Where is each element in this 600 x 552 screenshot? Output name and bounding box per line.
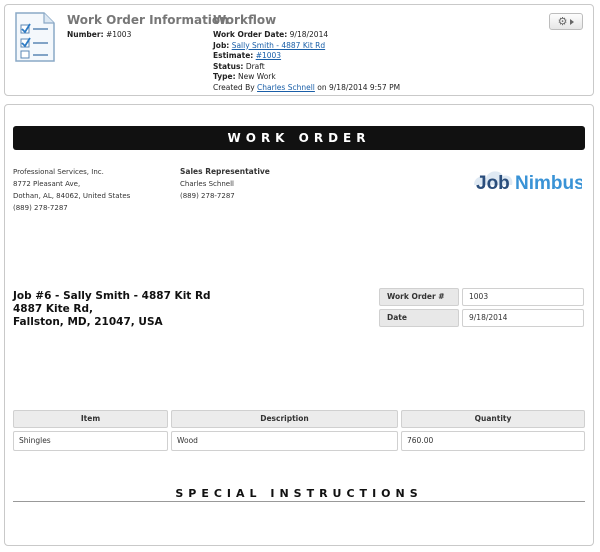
sales-rep-block: Sales Representative Charles Schnell (88… [180, 166, 270, 202]
caret-right-icon [570, 18, 575, 25]
job-street: 4887 Kite Rd, [13, 303, 94, 315]
work-order-number-value: 1003 [462, 288, 584, 306]
work-order-info-title: Work Order Information [67, 13, 229, 27]
table-row: Shingles Wood 760.00 [13, 431, 585, 451]
workflow-info: Workflow Work Order Date: 9/18/2014 Job:… [213, 13, 400, 93]
status-line: Status: Draft [213, 61, 265, 71]
sales-rep-heading: Sales Representative [180, 167, 270, 176]
work-order-banner: WORK ORDER [13, 126, 585, 150]
work-order-document: WORK ORDER Professional Services, Inc. 8… [4, 104, 594, 546]
date-value: 9/18/2014 [462, 309, 584, 327]
work-order-number: Number: #1003 [67, 30, 132, 39]
special-instructions-divider [13, 501, 585, 502]
cell-item: Shingles [13, 431, 168, 451]
workflow-title: Workflow [213, 13, 277, 27]
job-address-block: Job #6 - Sally Smith - 4887 Kit Rd 4887 … [13, 290, 211, 329]
company-address1: 8772 Pleasant Ave, [13, 180, 81, 188]
items-table: Item Description Quantity Shingles Wood … [13, 410, 585, 454]
cell-description: Wood [171, 431, 398, 451]
created-by-link[interactable]: Charles Schnell [257, 83, 315, 92]
job-line: Job: Sally Smith - 4887 Kit Rd [213, 40, 326, 50]
job-city: Fallston, MD, 21047, USA [13, 316, 163, 328]
sales-rep-name: Charles Schnell [180, 180, 234, 188]
special-instructions-heading: SPECIAL INSTRUCTIONS [175, 487, 423, 500]
work-order-info-panel: Work Order Information Number: #1003 Wor… [4, 4, 594, 96]
company-block: Professional Services, Inc. 8772 Pleasan… [13, 166, 130, 214]
sales-rep-phone: (889) 278-7287 [180, 192, 235, 200]
meta-row-number: Work Order # 1003 [379, 288, 584, 306]
type-line: Type: New Work [213, 72, 276, 81]
settings-menu-button[interactable]: ⚙ [549, 13, 583, 30]
logo-text-job: Job [476, 173, 510, 194]
meta-row-date: Date 9/18/2014 [379, 309, 584, 327]
date-label: Date [379, 309, 459, 327]
status-value: Draft [245, 61, 265, 71]
jobnimbus-logo: Job Nimbus [474, 171, 582, 194]
cell-quantity: 760.00 [401, 431, 585, 451]
header-item: Item [13, 410, 168, 428]
company-phone: (889) 278-7287 [13, 204, 68, 212]
header-description: Description [171, 410, 398, 428]
work-order-number-label: Work Order # [379, 288, 459, 306]
estimate-link[interactable]: #1003 [256, 51, 281, 60]
items-table-header: Item Description Quantity [13, 410, 585, 428]
header-quantity: Quantity [401, 410, 585, 428]
gear-icon: ⚙ [557, 15, 568, 28]
job-title: Job #6 - Sally Smith - 4887 Kit Rd [13, 290, 211, 302]
logo-text-nimbus: Nimbus [515, 173, 582, 194]
work-order-meta: Work Order # 1003 Date 9/18/2014 [379, 288, 584, 330]
company-address2: Dothan, AL, 84062, United States [13, 192, 131, 200]
company-name: Professional Services, Inc. [13, 168, 104, 176]
created-by-line: Created By Charles Schnell on 9/18/2014 … [213, 82, 401, 92]
work-order-info: Work Order Information Number: #1003 [67, 13, 229, 41]
estimate-line: Estimate: #1003 [213, 51, 282, 60]
checklist-document-icon [15, 12, 55, 62]
job-link[interactable]: Sally Smith - 4887 Kit Rd [232, 41, 325, 50]
work-order-date: Work Order Date: 9/18/2014 [213, 30, 329, 39]
type-value: New Work [237, 72, 276, 81]
